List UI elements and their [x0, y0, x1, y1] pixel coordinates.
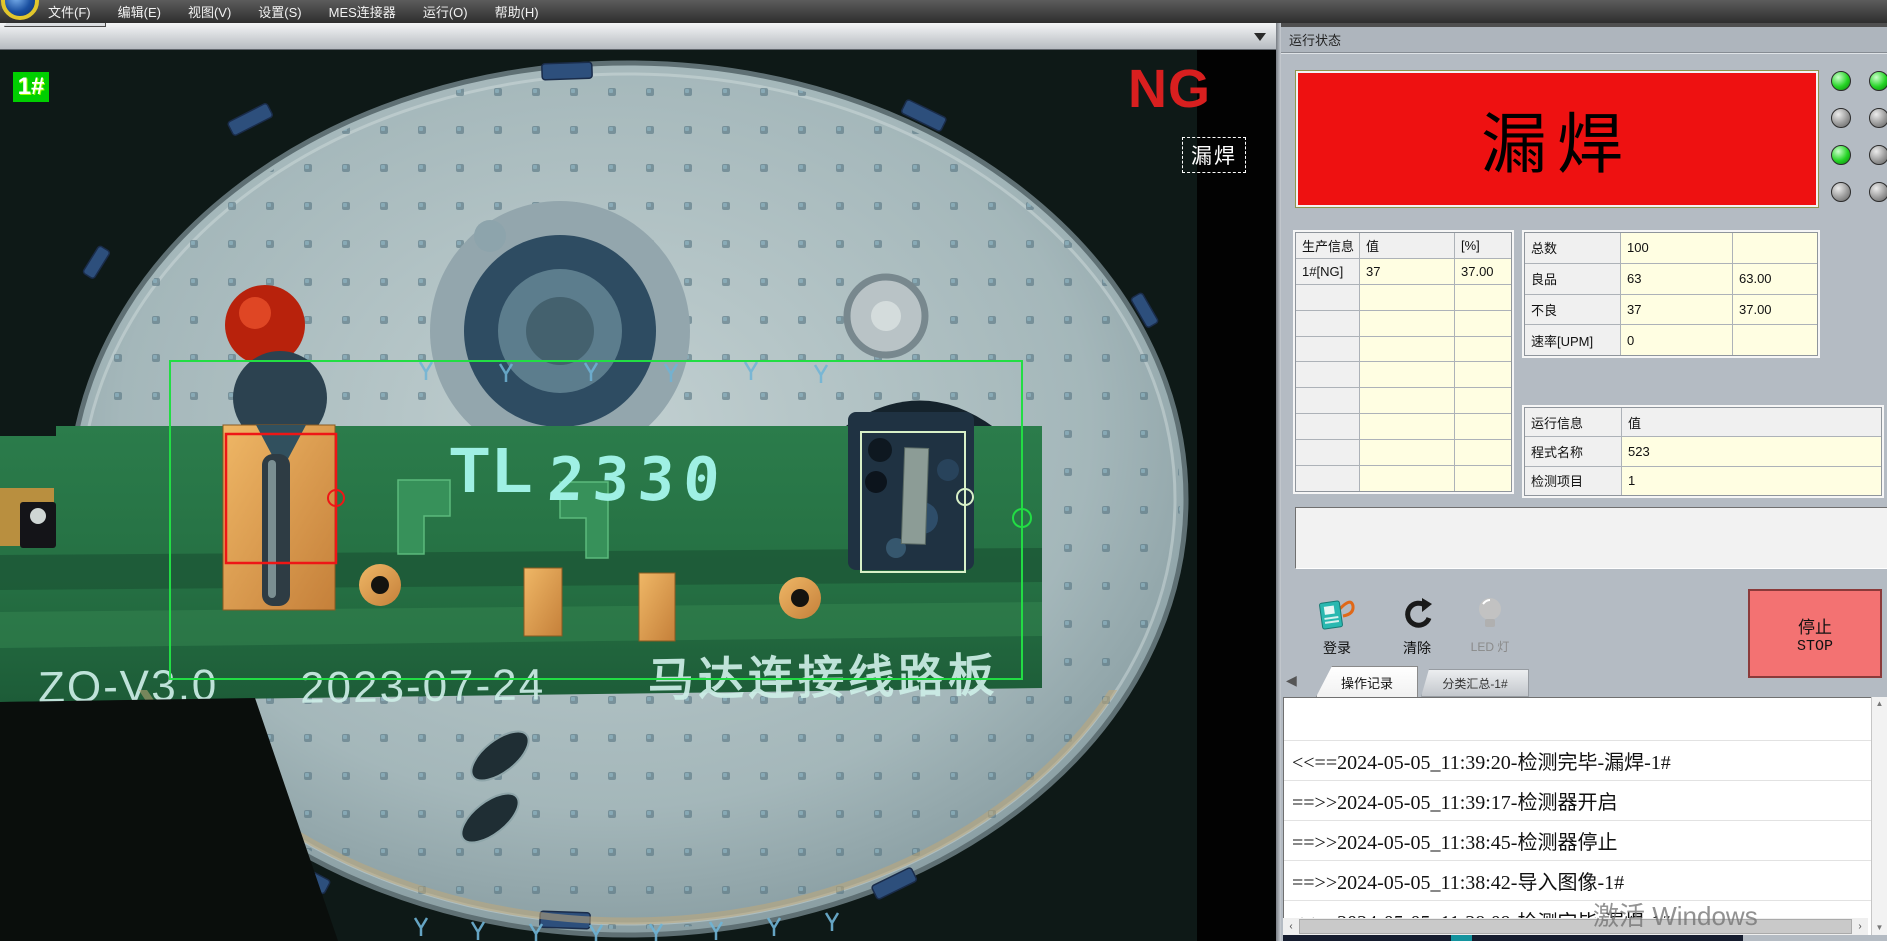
status-light-on — [1831, 145, 1851, 165]
counters-table: 总数 100 良品 63 63.00 不良 37 37.00 速率[UPM] 0 — [1524, 232, 1818, 356]
counter-value: 63 — [1621, 264, 1732, 294]
counter-value: 37 — [1621, 295, 1732, 325]
stop-button[interactable]: 停止 STOP — [1748, 589, 1882, 678]
col-header: 运行信息 — [1525, 408, 1621, 436]
scroll-right-icon[interactable]: › — [1852, 921, 1868, 932]
status-light-off — [1869, 182, 1887, 202]
counter-label: 速率[UPM] — [1525, 325, 1620, 355]
login-button[interactable]: 登录 — [1305, 596, 1369, 660]
status-light-off — [1869, 108, 1887, 128]
scrollbar-thumb[interactable] — [1299, 919, 1852, 934]
counter-label: 良品 — [1525, 264, 1620, 294]
menu-bar: 文件(F) 编辑(E) 视图(V) 设置(S) MES连接器 运行(O) 帮助(… — [0, 0, 1887, 23]
operation-log-list: <<==2024-05-05_11:39:20-检测完毕-漏焊-1# ==>>2… — [1283, 697, 1871, 935]
table-cell: 1#[NG] — [1296, 259, 1359, 284]
result-banner: 漏焊 — [1296, 71, 1818, 207]
counter-label: 总数 — [1525, 233, 1620, 263]
col-header: 值 — [1360, 233, 1454, 258]
status-light-on — [1869, 71, 1887, 91]
stop-label-cn: 停止 — [1798, 613, 1832, 638]
scroll-left-icon[interactable]: ‹ — [1283, 921, 1299, 932]
status-light-off — [1831, 108, 1851, 128]
counter-pct: 63.00 — [1733, 264, 1817, 294]
menu-help[interactable]: 帮助(H) — [495, 2, 539, 21]
menu-file[interactable]: 文件(F) — [48, 2, 91, 21]
status-light-off — [1831, 182, 1851, 202]
result-banner-text: 漏焊 — [1481, 91, 1633, 187]
counter-label: 不良 — [1525, 295, 1620, 325]
menu-edit[interactable]: 编辑(E) — [118, 2, 161, 21]
refresh-icon — [1398, 596, 1436, 632]
camera-viewport: TL 2330 ZQ-V3.0 2023-07-24 马达连接线路板 — [0, 50, 1276, 941]
inspection-result-text: NG — [1128, 62, 1211, 116]
login-label: 登录 — [1323, 638, 1351, 658]
bottom-strip-accent — [1451, 935, 1472, 941]
pcb-footer-name: 马达连接线路板 — [648, 649, 999, 706]
col-header: 值 — [1622, 408, 1881, 436]
pcb-mark-digits: 2330 — [545, 445, 730, 515]
lightbulb-icon — [1475, 596, 1505, 632]
counter-value: 100 — [1621, 233, 1732, 263]
log-row: ==>>2024-05-05_11:39:17-检测器开启 — [1284, 781, 1871, 821]
log-row — [1284, 698, 1871, 741]
run-info-value: 1 — [1622, 467, 1881, 495]
counter-pct — [1733, 233, 1817, 263]
counter-pct: 37.00 — [1733, 295, 1817, 325]
tab-operation-log[interactable]: 操作记录 — [1316, 666, 1418, 697]
run-info-label: 程式名称 — [1525, 437, 1621, 465]
message-box[interactable] — [1295, 507, 1887, 569]
table-cell: 37 — [1360, 259, 1454, 284]
tab-scroll-left-button[interactable]: ◀ — [1286, 672, 1297, 689]
led-light-button[interactable]: LED 灯 — [1458, 596, 1522, 660]
log-row: <<==2024-05-05_11:39:20-检测完毕-漏焊-1# — [1284, 741, 1871, 781]
scroll-up-icon[interactable]: ▲ — [1872, 697, 1887, 711]
stop-label-en: STOP — [1797, 638, 1833, 655]
horizontal-scrollbar[interactable]: ‹ › — [1283, 918, 1868, 935]
menu-mes-connector[interactable]: MES连接器 — [329, 2, 396, 21]
status-panel-title: 运行状态 — [1281, 27, 1887, 53]
log-row: ==>>2024-05-05_11:38:42-导入图像-1# — [1284, 861, 1871, 901]
camera-tab-strip — [0, 23, 1276, 50]
menu-view[interactable]: 视图(V) — [188, 2, 231, 21]
menu-run[interactable]: 运行(O) — [423, 2, 468, 21]
log-row: ==>>2024-05-05_11:38:45-检测器停止 — [1284, 821, 1871, 861]
led-label: LED 灯 — [1471, 638, 1510, 655]
bottom-strip — [1283, 935, 1743, 941]
application-window: 文件(F) 编辑(E) 视图(V) 设置(S) MES连接器 运行(O) 帮助(… — [0, 0, 1887, 941]
tab-classification-summary[interactable]: 分类汇总-1# — [1421, 669, 1529, 697]
vertical-scrollbar[interactable]: ▲ ▼ — [1871, 697, 1887, 935]
run-info-table: 运行信息 值 程式名称 523 检测项目 1 — [1524, 407, 1882, 496]
col-header: [%] — [1455, 233, 1511, 258]
camera-image: TL 2330 ZQ-V3.0 2023-07-24 马达连接线路板 — [0, 50, 1276, 941]
status-light-off — [1869, 145, 1887, 165]
chevron-down-icon[interactable] — [1254, 33, 1266, 41]
col-header: 生产信息 — [1296, 233, 1359, 258]
run-info-label: 检测项目 — [1525, 467, 1621, 495]
production-table: 生产信息 值 [%] 1#[NG] 37 37.00 — [1295, 232, 1512, 492]
menu-settings[interactable]: 设置(S) — [258, 2, 301, 21]
clear-label: 清除 — [1403, 638, 1431, 658]
scroll-down-icon[interactable]: ▼ — [1872, 921, 1887, 935]
pcb-mark-label: TL — [450, 434, 536, 506]
pcb-footer-date: 2023-07-24 — [300, 660, 546, 712]
station-badge: 1# — [13, 72, 49, 102]
clear-button[interactable]: 清除 — [1385, 596, 1449, 660]
id-badge-icon — [1317, 596, 1357, 632]
counter-value: 0 — [1621, 325, 1732, 355]
defect-tag: 漏焊 — [1182, 137, 1246, 173]
run-info-value: 523 — [1622, 437, 1881, 465]
status-light-on — [1831, 71, 1851, 91]
table-cell: 37.00 — [1455, 259, 1511, 284]
counter-pct — [1733, 325, 1817, 355]
